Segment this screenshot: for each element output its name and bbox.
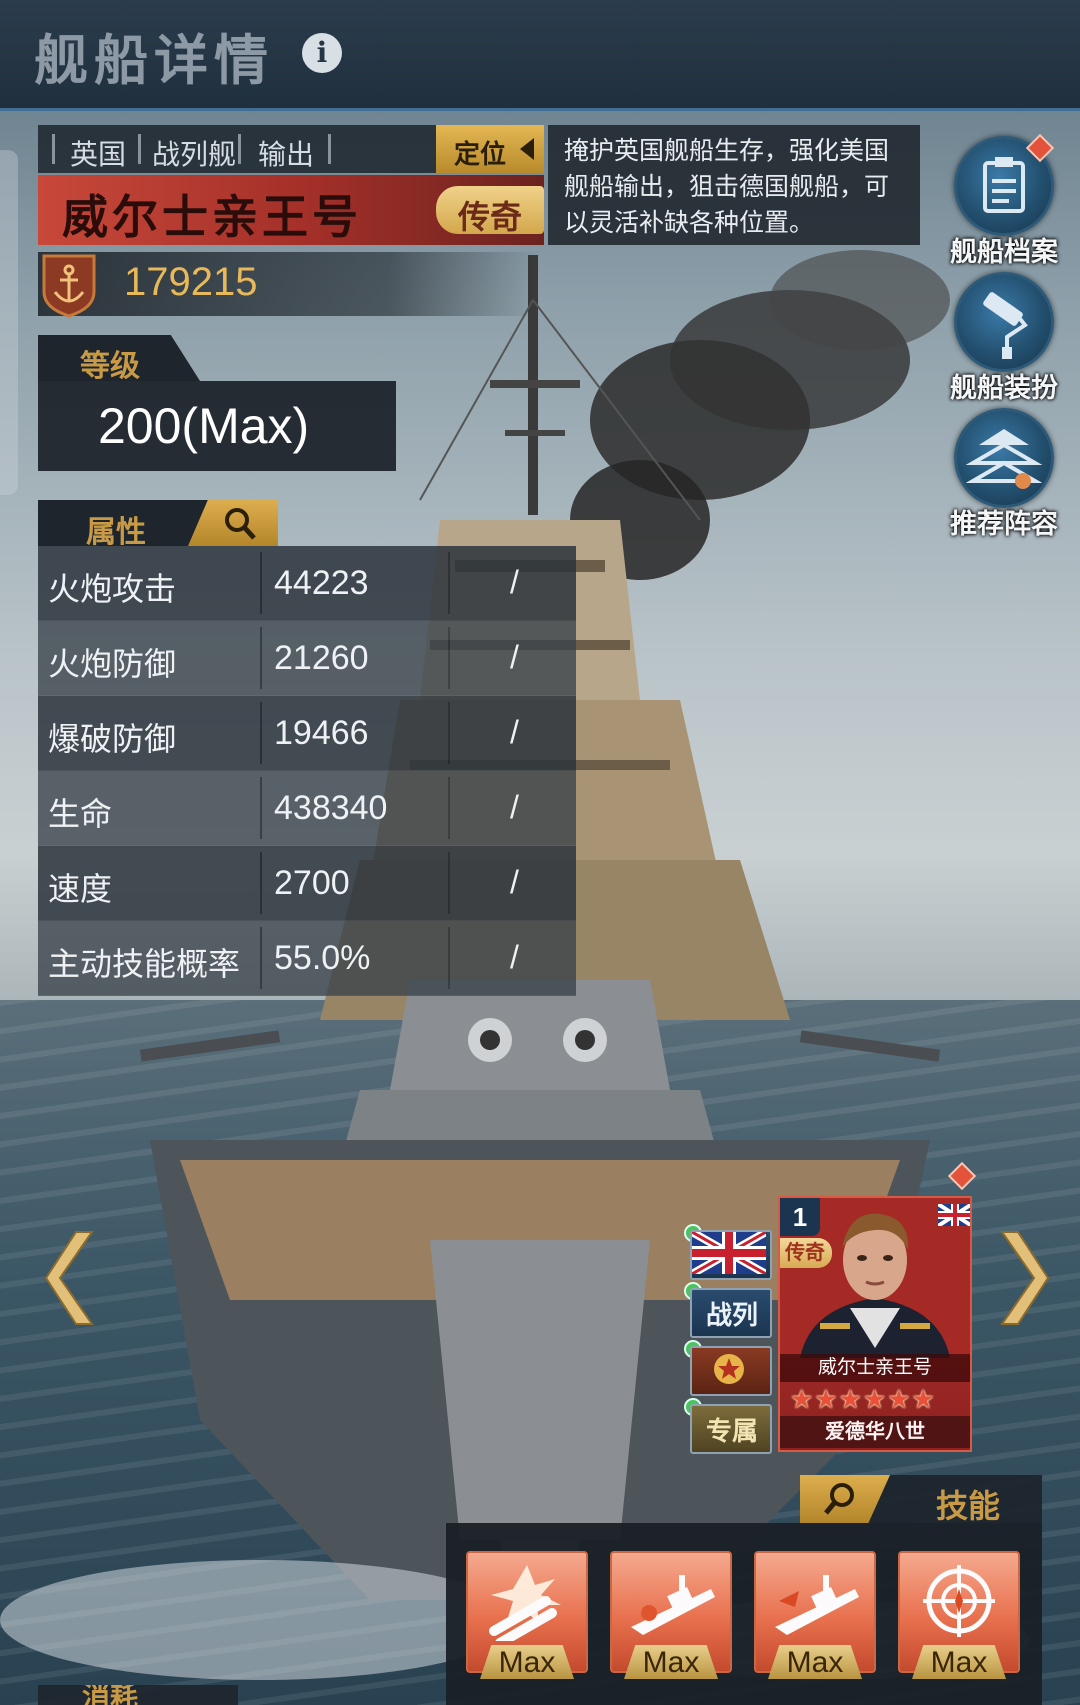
- attribute-name: 火炮攻击: [48, 571, 177, 607]
- ship-support-icon: [631, 1575, 715, 1635]
- attributes-label: 属性: [86, 516, 146, 549]
- attribute-value: 438340: [274, 789, 388, 827]
- ship-skin-button[interactable]: 舰船装扮: [944, 272, 1064, 405]
- rank-emblem-icon[interactable]: [690, 1346, 772, 1396]
- attribute-value: 21260: [274, 639, 369, 677]
- skill-level: Max: [624, 1645, 718, 1679]
- fleet-formation-icon: [954, 408, 1054, 508]
- skill-level: Max: [768, 1645, 862, 1679]
- previous-ship-arrow-icon[interactable]: [42, 1228, 96, 1328]
- tag-class: 战列舰: [152, 139, 237, 170]
- attributes-table: 火炮攻击 44223 / 火炮防御 21260 / 爆破防御 19466 / 生…: [38, 546, 576, 996]
- attribute-row: 生命 438340 /: [38, 771, 576, 846]
- captain-rarity-tag: 传奇: [780, 1238, 832, 1268]
- attribute-name: 火炮防御: [48, 646, 177, 682]
- ship-description: 掩护英国舰船生存，强化美国舰船输出，狙击德国舰船，可以灵活补缺各种位置。: [548, 125, 920, 245]
- magnifier-icon: [824, 1483, 854, 1515]
- skill-slot[interactable]: Max: [466, 1551, 588, 1679]
- skill-level: Max: [480, 1645, 574, 1679]
- arrow-left-icon: [520, 138, 534, 160]
- cannon-barrage-icon: [489, 1565, 561, 1641]
- skills-label: 技能: [936, 1488, 1001, 1524]
- attribute-extra: /: [510, 789, 519, 825]
- battleship-type-icon[interactable]: 战列: [690, 1288, 772, 1338]
- consume-label: 消耗: [82, 1685, 139, 1705]
- paint-roller-icon: [954, 272, 1054, 372]
- attribute-extra: /: [510, 714, 519, 750]
- page-title: 舰船详情: [34, 31, 274, 91]
- ship-tag-bar: 英国 战列舰 输出: [38, 125, 438, 173]
- tag-separator: [138, 134, 141, 164]
- captain-name: 爱德华八世: [780, 1416, 970, 1448]
- attribute-name: 主动技能概率: [48, 946, 241, 982]
- attribute-row: 火炮攻击 44223 /: [38, 546, 576, 621]
- attribute-value: 55.0%: [274, 939, 371, 977]
- ship-type-label: 战列: [706, 1300, 759, 1330]
- tag-separator: [328, 134, 331, 164]
- attribute-row: 速度 2700 /: [38, 846, 576, 921]
- attribute-name: 爆破防御: [48, 721, 177, 757]
- rarity-label: 传奇: [458, 199, 523, 235]
- exclusive-label: 专属: [706, 1416, 759, 1446]
- power-row: [38, 252, 538, 316]
- skills-panel: Max Max Max Max: [446, 1523, 1042, 1705]
- skill-slot[interactable]: Max: [610, 1551, 732, 1679]
- attribute-extra: /: [510, 564, 519, 600]
- tag-separator: [238, 134, 241, 164]
- skill-level: Max: [912, 1645, 1006, 1679]
- attribute-value: 2700: [274, 864, 350, 902]
- level-label: 等级: [80, 350, 140, 383]
- attribute-name: 生命: [48, 796, 113, 832]
- captain-star-rating: ★★★★★★: [790, 1384, 936, 1414]
- tag-country: 英国: [70, 139, 127, 170]
- captain-card[interactable]: 1 传奇 威尔士亲王号 ★★★★★★ 爱德华八世: [778, 1196, 972, 1452]
- header-bar: 舰船详情 i: [0, 0, 1080, 111]
- attribute-value: 19466: [274, 714, 369, 752]
- anchor-shield-icon: [42, 254, 96, 318]
- attribute-row: 主动技能概率 55.0% /: [38, 921, 576, 996]
- level-box: 200(Max): [38, 381, 396, 471]
- attribute-extra: /: [510, 939, 519, 975]
- crosshair-icon: [923, 1565, 995, 1637]
- ship-name: 威尔士亲王号: [62, 191, 362, 243]
- uk-flag-icon: [938, 1204, 970, 1226]
- position-toggle-button[interactable]: 定位: [436, 125, 544, 173]
- skills-header: 技能: [800, 1475, 1042, 1524]
- rarity-badge: 传奇: [436, 186, 544, 235]
- skills-detail-button[interactable]: [800, 1475, 890, 1523]
- magnifier-icon: [225, 508, 256, 540]
- next-ship-arrow-icon[interactable]: [998, 1228, 1052, 1328]
- tag-separator: [52, 134, 55, 164]
- captain-slot-number: 1: [780, 1198, 820, 1236]
- tag-role: 输出: [258, 139, 315, 170]
- attribute-name: 速度: [48, 871, 113, 907]
- skill-slot[interactable]: Max: [754, 1551, 876, 1679]
- uk-flag-icon[interactable]: [690, 1228, 772, 1280]
- captain-ship-name: 威尔士亲王号: [780, 1354, 970, 1382]
- attribute-row: 爆破防御 19466 /: [38, 696, 576, 771]
- position-label: 定位: [454, 139, 507, 169]
- attribute-value: 44223: [274, 564, 369, 602]
- ship-attack-icon: [775, 1575, 859, 1635]
- consume-tab: 消耗: [38, 1685, 238, 1705]
- attributes-tab: 属性: [38, 500, 278, 549]
- exclusive-icon[interactable]: 专属: [690, 1404, 772, 1454]
- left-edge-handle: [0, 150, 18, 495]
- skill-slot[interactable]: Max: [898, 1551, 1020, 1679]
- attribute-extra: /: [510, 639, 519, 675]
- attributes-detail-button[interactable]: [188, 500, 278, 546]
- info-icon[interactable]: i: [302, 33, 342, 73]
- attribute-row: 火炮防御 21260 /: [38, 621, 576, 696]
- combat-power-value: 179215: [124, 260, 258, 304]
- attribute-extra: /: [510, 864, 519, 900]
- level-value: 200(Max): [98, 398, 310, 454]
- recommended-lineup-button[interactable]: 推荐阵容: [944, 408, 1064, 541]
